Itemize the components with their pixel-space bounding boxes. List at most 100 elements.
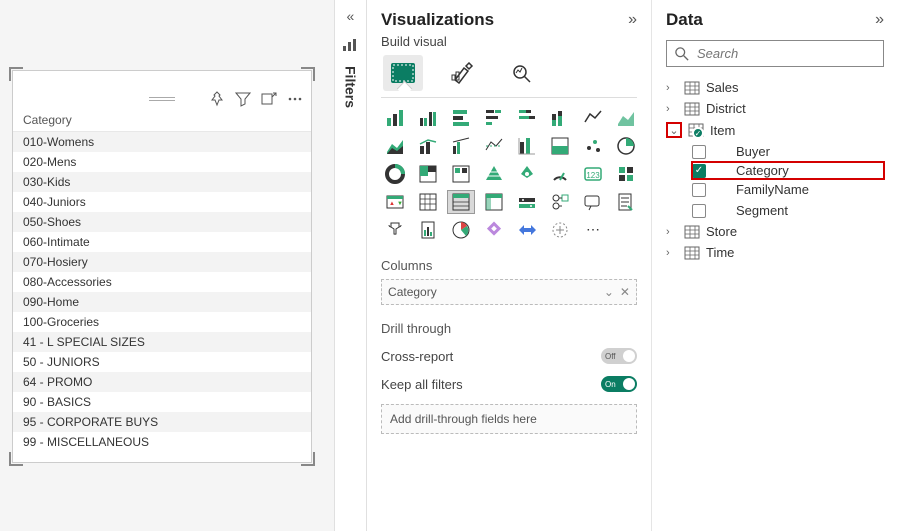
viz-type-7[interactable] [612, 106, 640, 130]
visual-action-bar [207, 89, 305, 109]
filter-icon[interactable] [233, 89, 253, 109]
table-row[interactable]: 50 - JUNIORS [13, 352, 311, 372]
viz-type-4[interactable] [513, 106, 541, 130]
analytics-tab[interactable] [503, 55, 543, 91]
table-row[interactable]: 090-Home [13, 292, 311, 312]
viz-type-18[interactable] [447, 162, 475, 186]
drag-grip[interactable] [149, 97, 175, 101]
viz-type-27[interactable] [480, 190, 508, 214]
viz-type-30[interactable] [579, 190, 607, 214]
viz-type-10[interactable] [447, 134, 475, 158]
viz-type-17[interactable] [414, 162, 442, 186]
table-store[interactable]: ›Store [666, 221, 884, 242]
table-row[interactable]: 020-Mens [13, 152, 311, 172]
viz-type-11[interactable] [480, 134, 508, 158]
filters-glyph-icon [342, 38, 358, 52]
viz-type-19[interactable] [480, 162, 508, 186]
columns-section-label: Columns [381, 258, 637, 273]
keep-filters-toggle[interactable]: On [601, 376, 637, 392]
field-familyname[interactable]: FamilyName [692, 179, 884, 200]
viz-type-14[interactable] [579, 134, 607, 158]
table-row[interactable]: 100-Groceries [13, 312, 311, 332]
viz-type-2[interactable] [447, 106, 475, 130]
collapse-data-icon[interactable]: » [875, 11, 884, 29]
viz-type-8[interactable] [381, 134, 409, 158]
table-row[interactable]: 64 - PROMO [13, 372, 311, 392]
build-visual-tab[interactable] [383, 55, 423, 91]
viz-type-26[interactable] [447, 190, 475, 214]
field-buyer[interactable]: Buyer [692, 141, 884, 162]
table-row[interactable]: 95 - CORPORATE BUYS [13, 412, 311, 432]
cross-report-toggle[interactable]: Off [601, 348, 637, 364]
field-segment[interactable]: Segment [692, 200, 884, 221]
table-row[interactable]: 080-Accessories [13, 272, 311, 292]
field-category[interactable]: ✓Category [692, 162, 884, 179]
viz-type-38[interactable]: ⋯ [579, 218, 607, 242]
viz-type-33[interactable] [414, 218, 442, 242]
viz-type-32[interactable] [381, 218, 409, 242]
table-body: 010-Womens020-Mens030-Kids040-Juniors050… [13, 132, 311, 452]
viz-type-1[interactable] [414, 106, 442, 130]
table-row[interactable]: 050-Shoes [13, 212, 311, 232]
data-title: Data [666, 10, 703, 30]
viz-type-34[interactable] [447, 218, 475, 242]
table-row[interactable]: 99 - MISCELLANEOUS [13, 432, 311, 452]
chevron-down-icon[interactable]: ⌄ [604, 285, 614, 299]
viz-type-31[interactable] [612, 190, 640, 214]
format-visual-tab[interactable] [443, 55, 483, 91]
viz-type-25[interactable] [414, 190, 442, 214]
pin-icon[interactable] [207, 89, 227, 109]
viz-type-5[interactable] [546, 106, 574, 130]
table-district[interactable]: ›District [666, 98, 884, 119]
visualizations-title: Visualizations [381, 10, 494, 30]
viz-type-20[interactable] [513, 162, 541, 186]
table-sales[interactable]: ›Sales [666, 77, 884, 98]
viz-type-36[interactable] [513, 218, 541, 242]
viz-type-9[interactable] [414, 134, 442, 158]
more-options-icon[interactable] [285, 89, 305, 109]
build-visual-label: Build visual [381, 34, 637, 49]
table-row[interactable]: 060-Intimate [13, 232, 311, 252]
collapse-viz-icon[interactable]: » [628, 11, 637, 29]
table-column-header[interactable]: Category [13, 107, 311, 132]
fields-tree: ›Sales›District⌄Item✓Buyer✓CategoryFamil… [666, 77, 884, 263]
focus-mode-icon[interactable] [259, 89, 279, 109]
keep-filters-label: Keep all filters [381, 377, 463, 392]
viz-type-15[interactable] [612, 134, 640, 158]
viz-type-28[interactable] [513, 190, 541, 214]
search-box[interactable] [666, 40, 884, 67]
viz-type-22[interactable]: 123 [579, 162, 607, 186]
table-row[interactable]: 070-Hosiery [13, 252, 311, 272]
drill-through-well[interactable]: Add drill-through fields here [381, 404, 637, 434]
viz-type-3[interactable] [480, 106, 508, 130]
table-row[interactable]: 030-Kids [13, 172, 311, 192]
report-canvas[interactable]: Category 010-Womens020-Mens030-Kids040-J… [0, 0, 334, 531]
search-input[interactable] [697, 46, 875, 61]
viz-type-35[interactable] [480, 218, 508, 242]
viz-type-21[interactable] [546, 162, 574, 186]
table-time[interactable]: ›Time [666, 242, 884, 263]
expand-filters-icon[interactable]: « [346, 8, 354, 24]
viz-type-29[interactable] [546, 190, 574, 214]
viz-type-6[interactable] [579, 106, 607, 130]
filters-pane-collapsed[interactable]: « Filters [334, 0, 367, 531]
data-panel: Data » ›Sales›District⌄Item✓Buyer✓Catego… [652, 0, 898, 531]
viz-type-24[interactable]: ▲▼ [381, 190, 409, 214]
columns-field-pill[interactable]: Category [388, 285, 604, 299]
table-row[interactable]: 010-Womens [13, 132, 311, 152]
svg-text:▲: ▲ [389, 201, 395, 207]
table-row[interactable]: 040-Juniors [13, 192, 311, 212]
viz-type-12[interactable] [513, 134, 541, 158]
viz-type-0[interactable] [381, 106, 409, 130]
viz-type-13[interactable] [546, 134, 574, 158]
table-visual[interactable]: Category 010-Womens020-Mens030-Kids040-J… [12, 70, 312, 463]
remove-field-icon[interactable]: ✕ [620, 285, 630, 299]
viz-type-37[interactable] [546, 218, 574, 242]
table-row[interactable]: 90 - BASICS [13, 392, 311, 412]
viz-type-16[interactable] [381, 162, 409, 186]
table-item[interactable]: ⌄Item✓ [666, 119, 884, 141]
columns-field-well[interactable]: Category ⌄ ✕ [381, 279, 637, 305]
table-row[interactable]: 41 - L SPECIAL SIZES [13, 332, 311, 352]
viz-type-23[interactable] [612, 162, 640, 186]
svg-text:⋯: ⋯ [586, 221, 600, 237]
